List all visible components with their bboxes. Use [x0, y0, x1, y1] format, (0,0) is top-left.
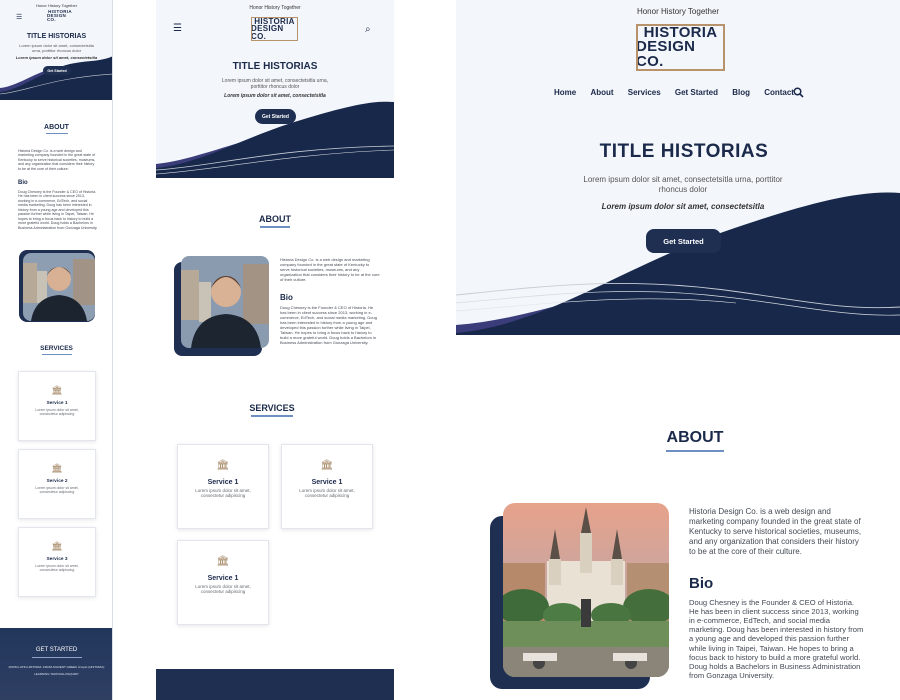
building-columns-icon: 🏛: [216, 556, 230, 567]
desktop-about-underline: [666, 450, 724, 452]
tablet-menu-icon[interactable]: ☰: [173, 23, 182, 34]
mobile-logo[interactable]: HISTORIA DESIGN CO.: [47, 9, 73, 23]
desktop-about-heading: ABOUT: [456, 429, 900, 452]
tablet-about-heading: ABOUT: [156, 214, 394, 228]
tablet-footer: [156, 669, 394, 700]
mobile-footer-divider: [0, 657, 112, 658]
mobile-service-title: Service 3: [46, 557, 68, 562]
nav-about[interactable]: About: [590, 88, 613, 97]
tablet-hero-title: TITLE HISTORIAS: [232, 61, 318, 72]
nav-get-started[interactable]: Get Started: [675, 88, 718, 97]
nav-home[interactable]: Home: [554, 88, 576, 97]
mobile-bio-heading: Bio: [18, 180, 28, 186]
tablet-services-underline: [251, 415, 293, 417]
desktop-hero-title: TITLE HISTORIAS: [599, 141, 769, 162]
tablet-search-icon[interactable]: ⌕: [365, 24, 371, 35]
tablet-service-desc: Lorem ipsum dolor sit amet, consectetur …: [195, 488, 251, 499]
mobile-about-underline: [45, 133, 68, 134]
tablet-tagline: Honor History Together: [249, 5, 301, 11]
mobile-about-intro: Historia Design Co. is a web design and …: [18, 149, 96, 171]
desktop-cathedral-photo: [503, 503, 669, 677]
tablet-service-title: Service 1: [311, 479, 343, 486]
desktop-view: Honor History Together HISTORIA DESIGN C…: [456, 0, 900, 700]
desktop-tagline: Honor History Together: [636, 7, 720, 16]
mobile-service-desc: Lorem ipsum dolor sit amet, consectetur …: [35, 486, 79, 495]
desktop-about-intro: Historia Design Co. is a web design and …: [689, 507, 862, 556]
tablet-view: Honor History Together ☰ HISTORIA DESIGN…: [156, 0, 394, 700]
mobile-about-heading: ABOUT: [0, 124, 112, 134]
mobile-footer-line1: FROM LATIN HISTORIA. FROM ANCIENT GREEK …: [8, 665, 105, 669]
tablet-about-intro: Historia Design Co. is a web design and …: [280, 257, 380, 282]
mobile-service-card[interactable]: 🏛 Service 2 Lorem ipsum dolor sit amet, co…: [18, 449, 96, 519]
tablet-service-card[interactable]: 🏛 Service 1 Lorem ipsum dolor sit amet, co…: [177, 444, 269, 529]
desktop-bio-heading: Bio: [689, 575, 714, 592]
mobile-footer-heading: GET STARTED: [35, 647, 78, 653]
building-columns-icon: 🏛: [216, 460, 230, 471]
mobile-view: Honor History Together ☰ HISTORIA DESIGN…: [0, 0, 113, 700]
desktop-logo[interactable]: HISTORIA DESIGN CO.: [636, 24, 725, 71]
mobile-services-heading: SERVICES: [0, 345, 112, 355]
nav-blog[interactable]: Blog: [732, 88, 750, 97]
building-columns-icon: 🏛: [51, 385, 63, 395]
tablet-about-heading-text: ABOUT: [259, 214, 291, 224]
tablet-services-heading: SERVICES: [156, 403, 388, 417]
building-columns-icon: 🏛: [320, 460, 334, 471]
mobile-footer: GET STARTED FROM LATIN HISTORIA. FROM AN…: [0, 628, 112, 700]
tablet-about-underline: [260, 226, 290, 228]
nav-contact[interactable]: Contact: [764, 88, 794, 97]
building-columns-icon: 🏛: [51, 463, 63, 473]
mobile-service-card[interactable]: 🏛 Service 1 Lorem ipsum dolor sit amet, co…: [18, 371, 96, 441]
mobile-footer-line2: LEARNING THROUGH INQUIRY: [34, 672, 79, 676]
desktop-search-icon[interactable]: [793, 87, 804, 98]
tablet-service-card[interactable]: 🏛 Service 1 Lorem ipsum dolor sit amet, co…: [177, 540, 269, 625]
desktop-hero-subtitle: Lorem ipsum dolor sit amet, consectetsit…: [583, 175, 783, 194]
nav-services[interactable]: Services: [628, 88, 661, 97]
mobile-hero-title: TITLE HISTORIAS: [26, 33, 87, 40]
mobile-tagline: Honor History Together: [35, 3, 78, 8]
mobile-get-started-button[interactable]: Get Started: [43, 66, 71, 75]
desktop-get-started-button[interactable]: Get Started: [646, 229, 721, 253]
tablet-logo-frame: [251, 17, 298, 41]
tablet-service-desc: Lorem ipsum dolor sit amet, consectetur …: [299, 488, 355, 499]
mobile-bio-text: Doug Chesney is the Founder & CEO of His…: [18, 190, 98, 230]
desktop-hero-emphasis: Lorem ipsum dolor sit amet, consectetsit…: [601, 202, 765, 211]
mobile-logo-line2: DESIGN CO.: [47, 12, 67, 23]
mobile-services-heading-text: SERVICES: [40, 345, 73, 352]
tablet-hero-subtitle: Lorem ipsum dolor sit amet, consectetsit…: [221, 78, 329, 90]
tablet-service-card[interactable]: 🏛 Service 1 Lorem ipsum dolor sit amet, co…: [281, 444, 373, 529]
mobile-menu-icon[interactable]: ☰: [16, 13, 22, 21]
building-columns-icon: 🏛: [51, 541, 63, 551]
tablet-get-started-button[interactable]: Get Started: [255, 109, 296, 124]
mobile-service-desc: Lorem ipsum dolor sit amet, consectetur …: [35, 564, 79, 573]
mobile-hero-subtitle: Lorem ipsum dolor sit amet, consectetsit…: [19, 43, 94, 53]
mobile-about-heading-text: ABOUT: [44, 124, 69, 131]
tablet-bio-text: Doug Chesney is the Founder & CEO of His…: [280, 305, 377, 345]
mobile-service-title: Service 2: [46, 479, 68, 484]
mobile-service-desc: Lorem ipsum dolor sit amet, consectetur …: [35, 408, 79, 417]
tablet-service-title: Service 1: [207, 575, 239, 582]
mobile-service-title: Service 1: [46, 401, 68, 406]
tablet-portrait-photo: [181, 256, 269, 348]
tablet-logo[interactable]: HISTORIA DESIGN CO.: [251, 17, 298, 41]
mobile-hero-emphasis: Lorem ipsum dolor sit amet, consectetsit…: [15, 55, 98, 60]
desktop-bio-text: Doug Chesney is the Founder & CEO of His…: [689, 598, 864, 680]
mobile-service-card[interactable]: 🏛 Service 3 Lorem ipsum dolor sit amet, co…: [18, 527, 96, 597]
tablet-service-desc: Lorem ipsum dolor sit amet, consectetur …: [195, 584, 251, 595]
tablet-service-title: Service 1: [207, 479, 239, 486]
desktop-nav: Home About Services Get Started Blog Con…: [554, 88, 794, 97]
mobile-services-underline: [41, 354, 72, 355]
desktop-about-heading-text: ABOUT: [666, 429, 724, 446]
desktop-logo-frame: [636, 24, 725, 71]
tablet-hero-emphasis: Lorem ipsum dolor sit amet, consectetsit…: [224, 93, 326, 99]
mockup-canvas: Honor History Together ☰ HISTORIA DESIGN…: [0, 0, 900, 700]
mobile-portrait-photo: [23, 253, 95, 321]
tablet-bio-heading: Bio: [280, 293, 293, 302]
tablet-services-heading-text: SERVICES: [249, 403, 295, 413]
